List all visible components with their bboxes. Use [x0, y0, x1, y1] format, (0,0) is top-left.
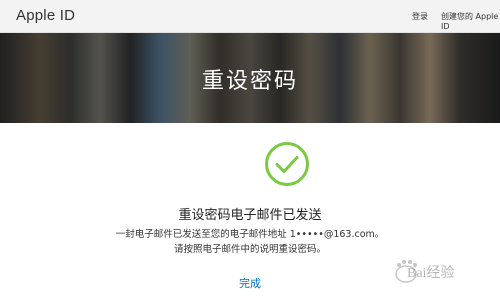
confirmation-email-line: 一封电子邮件已发送至您的电子邮件地址 1•••••@163.com。 [115, 229, 385, 240]
create-apple-id-link[interactable]: 创建您的 Apple ID [441, 11, 500, 31]
success-check-icon [265, 142, 309, 186]
hero-banner: 重设密码 [0, 33, 500, 123]
confirmation-heading: 重设密码电子邮件已发送 [178, 208, 322, 223]
sign-in-link[interactable]: 登录 [412, 11, 428, 22]
page-title: 重设密码 [201, 69, 298, 94]
watermark-text: Bai经验 [407, 266, 455, 281]
apple-id-logo[interactable]: Apple ID [16, 7, 75, 24]
top-nav-bar: Apple ID 登录 创建您的 Apple ID [0, 0, 500, 33]
confirmation-instruction-line: 请按照电子邮件中的说明重设密码。 [173, 244, 326, 255]
